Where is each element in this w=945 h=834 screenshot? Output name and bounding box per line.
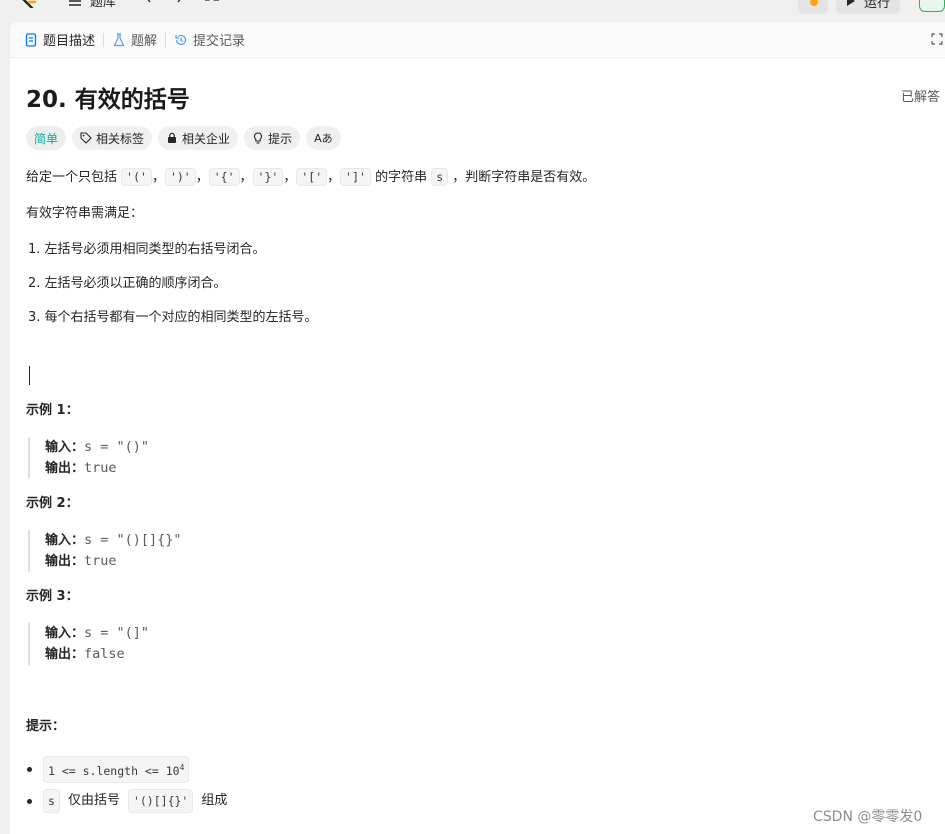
example-block: 输入：s = "(]" 输出：false	[28, 623, 149, 665]
input-label: 输入：	[45, 533, 85, 548]
problem-bank-link[interactable]: 题库	[68, 0, 116, 10]
desc-sep: ，	[327, 170, 341, 185]
panel-tabs: 题目描述 题解 提交记录	[10, 22, 945, 58]
leetcode-logo-icon[interactable]	[20, 0, 38, 8]
hints-button[interactable]: 提示	[244, 126, 301, 150]
prev-problem-button[interactable]	[144, 0, 152, 3]
bug-icon	[810, 0, 818, 6]
translate-button[interactable]: Aあ	[306, 126, 341, 150]
constraint-item: 1 <= s.length <= 104	[26, 756, 190, 783]
rule-intro: 有效字符串需满足：	[26, 206, 144, 221]
constraint-code: 1 <= s.length <= 104	[43, 756, 190, 783]
input-label: 输入：	[45, 626, 85, 641]
desc-text: 的字符串	[375, 170, 428, 185]
chevron-left-icon	[147, 0, 151, 3]
example-title: 示例 3：	[26, 589, 79, 604]
code-s: s	[431, 168, 449, 186]
lightbulb-icon	[254, 132, 263, 144]
tag-icon	[80, 132, 92, 144]
bullet-dot	[27, 766, 32, 772]
output-label: 输出：	[45, 647, 85, 662]
desc-sep: ，	[151, 170, 165, 185]
random-problem-button[interactable]	[204, 0, 220, 3]
constraint-code-text: 1 <= s.length <= 10	[48, 763, 180, 778]
input-value: s = "()[]{}"	[84, 532, 182, 548]
example-title: 示例 1：	[26, 403, 79, 418]
tab-submissions-label: 提交记录	[193, 34, 246, 49]
rule-item: 2. 左括号必须以正确的顺序闭合。	[28, 276, 227, 291]
constraint-item: s 仅由括号 '()[]{}' 组成	[26, 789, 227, 813]
tab-submissions[interactable]: 提交记录	[166, 22, 253, 57]
desc-sep: ，	[239, 170, 253, 185]
list-icon	[69, 0, 81, 6]
constraints-title: 提示：	[26, 719, 66, 734]
code-open-paren: '('	[121, 168, 152, 186]
related-companies-button[interactable]: 相关企业	[158, 126, 239, 150]
output-label: 输出：	[45, 461, 85, 476]
expand-icon[interactable]	[931, 33, 943, 45]
desc-text: 给定一个只包括	[26, 170, 118, 185]
top-toolbar: 题库 运行	[0, 0, 945, 22]
output-value: false	[84, 646, 125, 662]
example-block: 输入：s = "()" 输出：true	[28, 437, 149, 479]
tab-description-label: 题目描述	[43, 34, 96, 49]
chevron-right-icon	[177, 0, 181, 3]
example-block: 输入：s = "()[]{}" 输出：true	[28, 530, 182, 572]
history-icon	[175, 34, 187, 45]
constraint-code-s: s	[43, 789, 60, 813]
problem-tags: 简单 相关标签 相关企业 提示 Aあ	[26, 126, 341, 150]
difficulty-badge: 简单	[26, 126, 67, 150]
output-label: 输出：	[45, 554, 85, 569]
constraint-exponent: 4	[179, 763, 185, 772]
flask-icon	[113, 32, 125, 46]
translate-icon: Aあ	[314, 132, 333, 145]
tab-description[interactable]: 题目描述	[10, 22, 103, 57]
problem-bank-label: 题库	[90, 0, 117, 10]
hints-label: 提示	[268, 131, 293, 146]
constraint-text: 仅由括号	[67, 793, 120, 808]
input-label: 输入：	[45, 440, 85, 455]
watermark: CSDN @零零发0	[813, 809, 923, 825]
example-title: 示例 2：	[26, 496, 79, 511]
related-tags-button[interactable]: 相关标签	[72, 126, 153, 150]
shuffle-icon	[205, 0, 219, 1]
input-value: s = "(]"	[84, 625, 150, 641]
text-cursor	[29, 366, 30, 385]
submit-button[interactable]	[919, 0, 945, 12]
code-open-brace: '{'	[208, 168, 240, 186]
rule-item: 1. 左括号必须用相同类型的右括号闭合。	[28, 242, 266, 257]
code-close-brace: '}'	[252, 168, 284, 186]
play-icon	[847, 0, 855, 6]
constraint-text: 组成	[201, 793, 228, 808]
code-close-paren: ')'	[164, 168, 196, 186]
difficulty-label: 简单	[34, 131, 59, 146]
code-open-bracket: '['	[296, 168, 328, 186]
tab-solutions[interactable]: 题解	[104, 22, 165, 57]
output-value: true	[84, 460, 117, 476]
rule-item: 3. 每个右括号都有一个对应的相同类型的左括号。	[28, 310, 318, 325]
related-companies-label: 相关企业	[182, 131, 231, 146]
lock-icon	[168, 132, 177, 143]
page-title: 20. 有效的括号	[26, 87, 190, 113]
code-close-bracket: ']'	[340, 168, 371, 186]
description-paragraph: 给定一个只包括 '('， ')'， '{'， '}'， '['， ']' 的字符串 s ，…	[26, 167, 595, 188]
desc-sep: ，	[195, 170, 209, 185]
debug-button[interactable]	[798, 0, 828, 14]
problem-panel: 题目描述 题解 提交记录 20. 有效的括号 已解答 简单 相关标签 相关企业 …	[10, 22, 945, 834]
output-value: true	[84, 553, 117, 569]
related-tags-label: 相关标签	[96, 131, 145, 146]
solved-status: 已解答	[901, 90, 941, 105]
input-value: s = "()"	[84, 439, 150, 455]
tab-solutions-label: 题解	[131, 34, 158, 49]
run-button[interactable]: 运行	[836, 0, 901, 14]
next-problem-button[interactable]	[176, 0, 184, 3]
document-icon	[25, 32, 37, 47]
bullet-dot	[27, 798, 32, 804]
constraint-code-brackets: '()[]{}'	[127, 789, 194, 813]
run-label: 运行	[864, 0, 891, 11]
desc-text: ，判断字符串是否有效。	[452, 170, 596, 185]
desc-sep: ，	[283, 170, 297, 185]
